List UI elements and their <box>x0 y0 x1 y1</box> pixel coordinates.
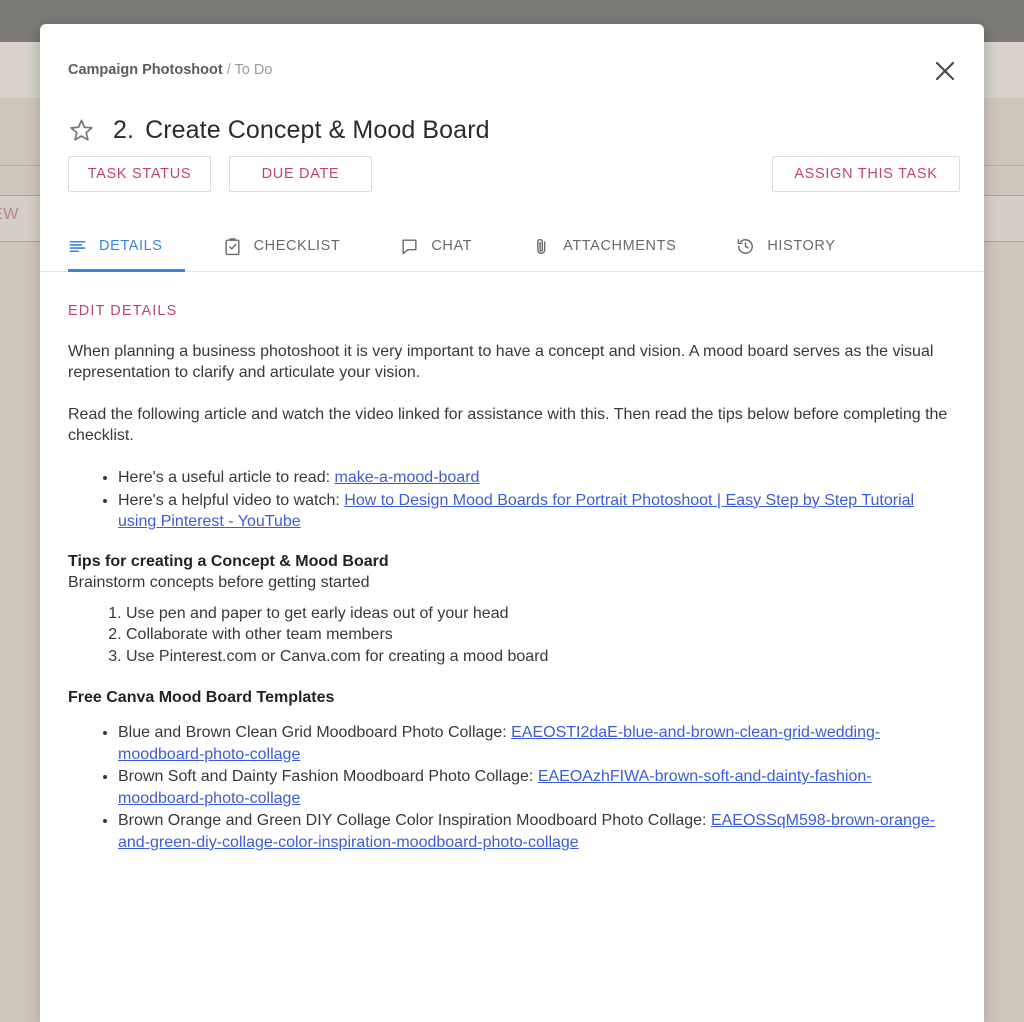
tips-heading: Tips for creating a Concept & Mood Board <box>68 552 389 570</box>
list-item: Brown Soft and Dainty Fashion Moodboard … <box>118 766 956 809</box>
close-icon <box>933 59 957 83</box>
close-button[interactable] <box>928 54 962 88</box>
task-detail-modal: Campaign Photoshoot / To Do 2. Create Con… <box>40 24 984 1022</box>
templates-list: Blue and Brown Clean Grid Moodboard Phot… <box>68 722 956 853</box>
resource-list: Here's a useful article to read: make-a-… <box>68 467 956 533</box>
tips-subline: Brainstorm concepts before getting start… <box>68 573 370 591</box>
resource-prefix: Here's a useful article to read: <box>118 469 335 486</box>
breadcrumb-separator: / <box>226 62 231 78</box>
assign-this-task-button[interactable]: ASSIGN THIS TASK <box>772 156 960 192</box>
edit-details-link[interactable]: EDIT DETAILS <box>68 303 177 319</box>
list-item: Here's a useful article to read: make-a-… <box>118 467 956 489</box>
list-item: Blue and Brown Clean Grid Moodboard Phot… <box>118 722 956 765</box>
due-date-button[interactable]: DUE DATE <box>229 156 372 192</box>
list-item: Brown Orange and Green DIY Collage Color… <box>118 810 956 853</box>
details-lines-icon <box>68 237 87 256</box>
list-item: Use pen and paper to get early ideas out… <box>126 603 956 625</box>
tab-history-label: HISTORY <box>767 238 836 254</box>
task-title-text: Create Concept & Mood Board <box>145 116 490 144</box>
list-item: Use Pinterest.com or Canva.com for creat… <box>126 646 956 668</box>
tab-chat-label: CHAT <box>431 238 473 254</box>
breadcrumb-project[interactable]: Campaign Photoshoot <box>68 62 223 78</box>
list-item: Collaborate with other team members <box>126 624 956 646</box>
instructions-paragraph: Read the following article and watch the… <box>68 406 948 444</box>
clock-history-icon <box>736 237 755 256</box>
article-link[interactable]: make-a-mood-board <box>335 469 480 486</box>
list-item: Here's a helpful video to watch: How to … <box>118 490 956 533</box>
clipboard-check-icon <box>223 237 242 256</box>
task-status-button[interactable]: TASK STATUS <box>68 156 211 192</box>
details-panel: EDIT DETAILS When planning a business ph… <box>40 272 984 1022</box>
tab-bar: DETAILS CHECKLIST CHAT ATTACHMENTS HISTO… <box>40 220 984 272</box>
tab-history[interactable]: HISTORY <box>736 220 857 272</box>
speech-bubble-icon <box>400 237 419 256</box>
task-title-row: 2. Create Concept & Mood Board <box>68 116 490 145</box>
templates-heading: Free Canva Mood Board Templates <box>68 689 335 706</box>
star-outline-icon <box>68 119 95 147</box>
background-new-label: NEW <box>0 206 19 223</box>
favorite-star-button[interactable] <box>68 117 95 144</box>
tab-chat[interactable]: CHAT <box>400 220 494 272</box>
tab-details[interactable]: DETAILS <box>68 220 185 272</box>
resource-prefix: Here's a helpful video to watch: <box>118 491 345 509</box>
template-prefix: Brown Orange and Green DIY Collage Color… <box>118 812 711 829</box>
breadcrumb: Campaign Photoshoot / To Do <box>68 62 272 78</box>
tab-attachments-label: ATTACHMENTS <box>563 238 677 254</box>
tips-list: Use pen and paper to get early ideas out… <box>68 603 956 668</box>
page-title: 2. Create Concept & Mood Board <box>113 116 490 145</box>
paperclip-icon <box>532 237 551 256</box>
tab-details-label: DETAILS <box>99 238 163 254</box>
tab-checklist-label: CHECKLIST <box>253 238 341 254</box>
task-number: 2. <box>113 116 135 144</box>
tab-attachments[interactable]: ATTACHMENTS <box>532 220 698 272</box>
breadcrumb-status[interactable]: To Do <box>235 62 273 78</box>
intro-paragraph: When planning a business photoshoot it i… <box>68 343 934 381</box>
template-prefix: Blue and Brown Clean Grid Moodboard Phot… <box>118 724 512 741</box>
tab-checklist[interactable]: CHECKLIST <box>223 220 363 272</box>
template-prefix: Brown Soft and Dainty Fashion Moodboard … <box>118 768 538 785</box>
